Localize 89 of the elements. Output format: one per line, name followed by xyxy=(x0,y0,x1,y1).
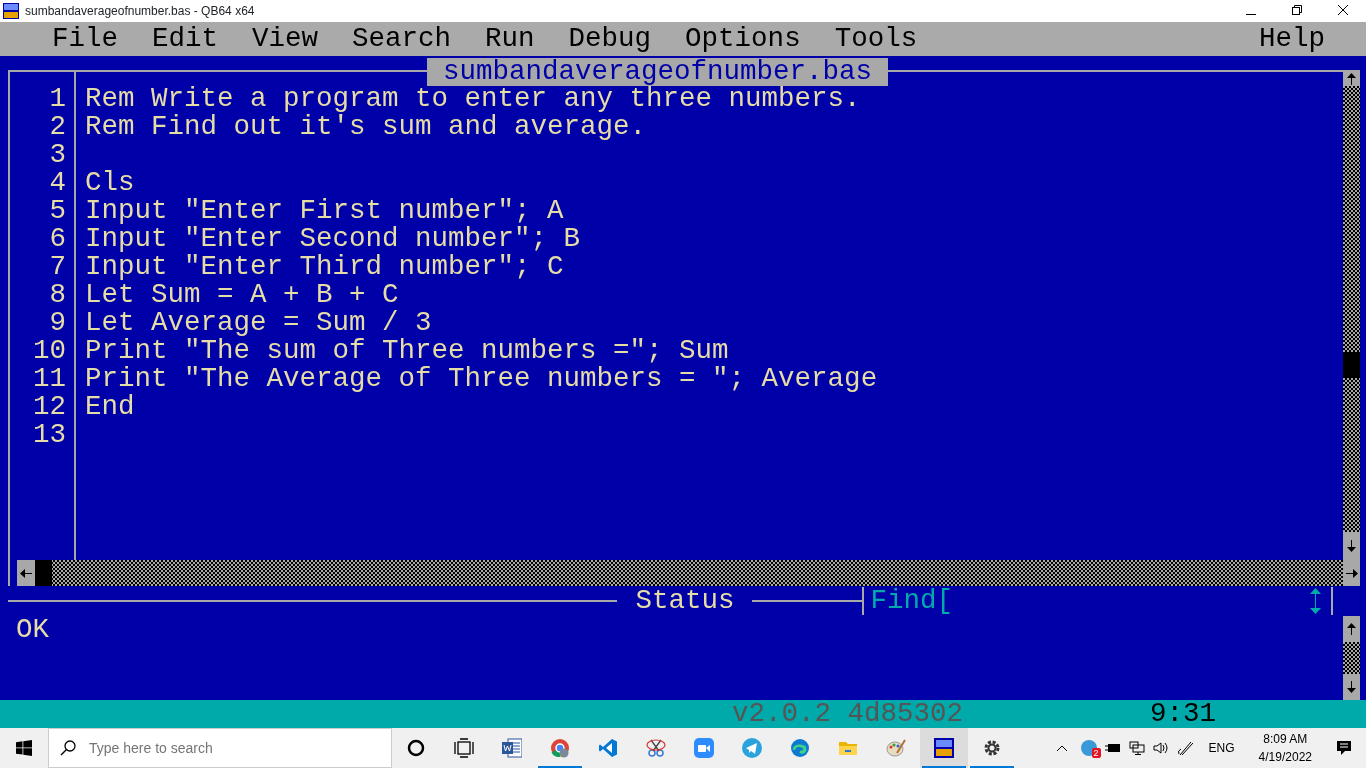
paper-plane-icon xyxy=(742,738,762,758)
line-number: 11 xyxy=(33,363,66,394)
line-number: 1 xyxy=(49,83,66,114)
panel-title: Status xyxy=(634,587,736,615)
notifications-icon[interactable] xyxy=(1336,740,1352,756)
circle-icon xyxy=(406,738,426,758)
pen-icon[interactable] xyxy=(1176,740,1193,756)
line-number: 10 xyxy=(33,335,66,366)
scroll-right-button[interactable] xyxy=(1343,560,1360,586)
code-line: Let Sum = A + B + C xyxy=(85,279,399,310)
line-number: 12 xyxy=(33,391,66,422)
clock-time: 8:09 AM xyxy=(1263,731,1308,748)
qb-logo-icon xyxy=(934,738,954,758)
code-line: Print "The Average of Three numbers = "; Average xyxy=(85,363,878,394)
line-number: 9 xyxy=(49,307,66,338)
up-arrow-icon xyxy=(1347,73,1356,85)
clock-date: 4/19/2022 xyxy=(1258,749,1312,766)
browser-wave-icon xyxy=(790,738,810,758)
taskbar-app[interactable] xyxy=(920,728,968,768)
minimize-icon xyxy=(1246,14,1256,15)
menu-item[interactable]: File xyxy=(52,22,118,56)
cursor-position: 9:31 xyxy=(1150,700,1217,728)
settings-icon xyxy=(982,738,1002,758)
code-line: Let Average = Sum / 3 xyxy=(85,307,432,338)
code-line: End xyxy=(85,391,135,422)
document-icon xyxy=(502,738,522,758)
menu-item[interactable]: Help xyxy=(1259,22,1325,56)
line-number: 2 xyxy=(49,111,66,142)
down-arrow-icon xyxy=(1347,681,1356,693)
line-number: 6 xyxy=(49,223,66,254)
find-field[interactable]: Find[ xyxy=(864,587,953,615)
status-message: OK xyxy=(16,614,49,645)
scroll-left-button[interactable] xyxy=(17,560,35,586)
down-arrow-icon xyxy=(1347,540,1356,552)
vertical-scrollbar[interactable] xyxy=(1343,642,1360,674)
chevron-up-icon[interactable] xyxy=(1056,745,1067,751)
app-icon xyxy=(3,3,19,19)
menu-item[interactable]: Run xyxy=(485,22,535,56)
code-line: Rem Find out it's sum and average. xyxy=(85,111,647,142)
menu-item[interactable]: View xyxy=(252,22,319,56)
close-icon xyxy=(1338,5,1348,15)
notification-badge: 2 xyxy=(1091,748,1101,758)
language-indicator[interactable]: ENG xyxy=(1208,739,1235,757)
scroll-thumb[interactable] xyxy=(35,560,52,586)
battery-icon[interactable] xyxy=(1104,743,1121,753)
line-number: 8 xyxy=(49,279,66,310)
code-editor-icon xyxy=(598,738,618,758)
version-label: v2.0.2 4d85302 xyxy=(732,700,964,728)
app-tray-icon[interactable] xyxy=(1080,740,1097,756)
code-line: Print "The sum of Three numbers ="; Sum xyxy=(85,335,729,366)
scroll-thumb[interactable] xyxy=(1343,352,1360,378)
clock[interactable]: 8:09 AM 4/19/2022 xyxy=(1258,730,1312,766)
windows-logo-icon[interactable] xyxy=(16,740,32,756)
scissors-icon xyxy=(646,738,666,758)
right-arrow-icon xyxy=(1345,568,1358,578)
search-icon xyxy=(60,740,76,756)
code-line: Cls xyxy=(85,167,135,198)
left-arrow-icon xyxy=(20,568,32,578)
task-view-icon xyxy=(454,738,474,758)
line-number: 13 xyxy=(33,419,66,450)
horizontal-scrollbar[interactable] xyxy=(35,560,1343,586)
code-line: Input "Enter First number"; A xyxy=(85,195,564,226)
line-number: 7 xyxy=(49,251,66,282)
line-number: 4 xyxy=(49,167,66,198)
resize-icon xyxy=(1310,588,1321,614)
network-icon[interactable] xyxy=(1128,741,1145,755)
browser-icon xyxy=(550,738,570,758)
search-field[interactable]: Type here to search xyxy=(48,728,392,768)
scroll-up-button[interactable] xyxy=(1343,616,1360,642)
window-title: sumbandaverageofnumber.bas - QB64 x64 xyxy=(25,3,255,20)
vertical-scrollbar[interactable] xyxy=(1343,86,1360,532)
palette-icon xyxy=(886,738,906,758)
code-line: Input "Enter Second number"; B xyxy=(85,223,581,254)
menu-item[interactable]: Options xyxy=(685,22,801,56)
menu-item[interactable]: Search xyxy=(352,22,452,56)
menu-item[interactable]: Edit xyxy=(152,22,219,56)
video-camera-icon xyxy=(694,738,714,758)
up-arrow-icon xyxy=(1347,623,1356,635)
line-number: 3 xyxy=(49,139,66,170)
restore-icon xyxy=(1292,5,1302,15)
line-number: 5 xyxy=(49,195,66,226)
menu-item[interactable]: Debug xyxy=(568,22,652,56)
speaker-icon[interactable] xyxy=(1152,742,1169,754)
file-tab[interactable]: sumbandaverageofnumber.bas xyxy=(427,58,889,86)
menu-item[interactable]: Tools xyxy=(834,22,918,56)
scroll-down-button[interactable] xyxy=(1343,674,1360,700)
code-line: Input "Enter Third number"; C xyxy=(85,251,564,282)
scroll-down-button[interactable] xyxy=(1343,532,1360,560)
scroll-up-button[interactable] xyxy=(1343,72,1360,86)
